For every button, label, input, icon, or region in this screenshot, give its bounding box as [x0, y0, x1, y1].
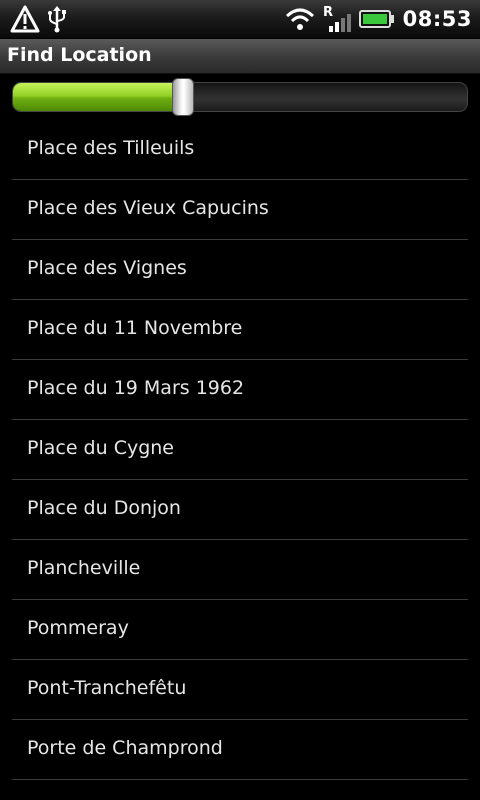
- list-item-label: Place des Vignes: [27, 257, 187, 279]
- status-right-icons: R 08:53: [285, 4, 472, 34]
- list-item[interactable]: Place du 11 Novembre: [12, 300, 468, 360]
- list-item[interactable]: Pommeray: [12, 600, 468, 660]
- list-item[interactable]: Place du 19 Mars 1962: [12, 360, 468, 420]
- list-item-label: Place du 19 Mars 1962: [27, 377, 245, 399]
- alert-icon: [10, 5, 40, 33]
- slider-fill: [13, 83, 185, 111]
- screen: R 08:53 Find Location Place des Tilleuil…: [0, 0, 480, 800]
- list-item-label: Place des Vieux Capucins: [27, 197, 269, 219]
- list-item[interactable]: Place des Tilleuils: [12, 120, 468, 180]
- list-item-label: Place du Donjon: [27, 497, 181, 519]
- list-item-label: Pont-Tranchefêtu: [27, 677, 187, 699]
- slider-thumb[interactable]: [172, 78, 195, 116]
- list-item[interactable]: Place des Vieux Capucins: [12, 180, 468, 240]
- title-bar: Find Location: [0, 39, 480, 74]
- zoom-slider[interactable]: [12, 78, 468, 116]
- list-item[interactable]: Plancheville: [12, 540, 468, 600]
- usb-icon: [46, 5, 68, 33]
- list-item-label: Place du Cygne: [27, 437, 174, 459]
- page-title: Find Location: [7, 44, 152, 66]
- list-item[interactable]: Place des Vignes: [12, 240, 468, 300]
- battery-icon: [358, 8, 395, 30]
- roaming-signal-icon: R: [323, 4, 351, 34]
- list-item-label: Porte de Champrond: [27, 737, 223, 759]
- location-list: Place des Tilleuils Place des Vieux Capuc…: [12, 120, 468, 780]
- status-bar: R 08:53: [0, 0, 480, 39]
- slider-track[interactable]: [12, 82, 468, 112]
- roaming-indicator: R: [323, 5, 333, 20]
- list-item[interactable]: Place du Cygne: [12, 420, 468, 480]
- list-item[interactable]: Porte de Champrond: [12, 720, 468, 780]
- list-item-label: Pommeray: [27, 617, 129, 639]
- list-item-label: Place du 11 Novembre: [27, 317, 243, 339]
- list-item[interactable]: Place du Donjon: [12, 480, 468, 540]
- status-clock: 08:53: [402, 7, 472, 31]
- list-item[interactable]: Pont-Tranchefêtu: [12, 660, 468, 720]
- list-item-label: Place des Tilleuils: [27, 137, 195, 159]
- wifi-icon: [285, 6, 315, 32]
- status-left-icons: [10, 4, 68, 34]
- list-item-label: Plancheville: [27, 557, 141, 579]
